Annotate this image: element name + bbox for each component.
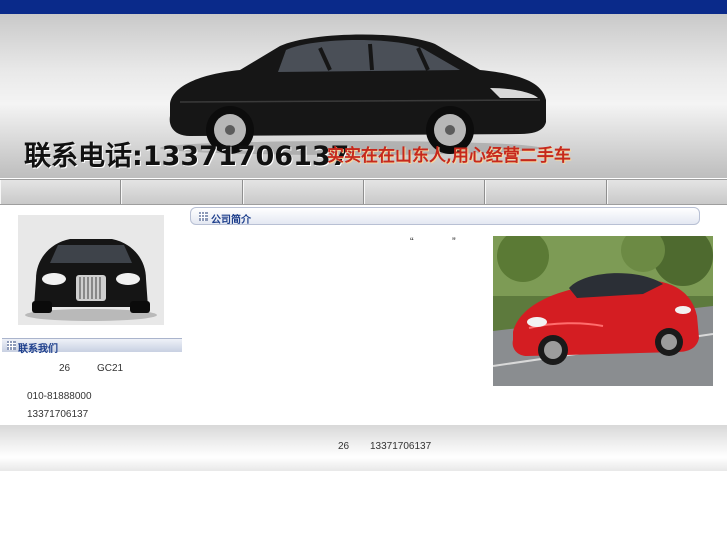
- main-nav-bar: [0, 179, 727, 205]
- contact-address-number: 26: [59, 363, 71, 374]
- contact-address-code: GC21: [97, 363, 124, 374]
- top-color-strip: [0, 0, 727, 14]
- nav-item-4[interactable]: [363, 180, 486, 204]
- nav-item-2[interactable]: [121, 180, 243, 204]
- about-section-header: 公司简介: [190, 207, 700, 226]
- about-section-title: 公司简介: [211, 215, 251, 226]
- nav-item-6[interactable]: [606, 180, 727, 204]
- banner-slogan-text: 实实在在山东人,用心经营二手车: [327, 146, 571, 166]
- contact-section-title: 联系我们: [18, 344, 58, 355]
- banner-phone-text: 联系电话:13371706137: [24, 141, 350, 172]
- footer-address-number: 26: [338, 441, 350, 452]
- grid-icon: [7, 341, 16, 350]
- contact-section-header: 联系我们: [2, 338, 182, 355]
- footer-phone: 13371706137: [370, 441, 432, 452]
- black-luxury-car-photo: [18, 215, 164, 325]
- quote-close-mark: ”: [452, 236, 456, 248]
- red-sports-car-photo: [493, 236, 713, 386]
- nav-item-5[interactable]: [485, 180, 607, 204]
- nav-item-1[interactable]: [0, 180, 122, 204]
- header-banner: 联系电话:13371706137 实实在在山东人,用心经营二手车: [0, 14, 727, 178]
- nav-item-3[interactable]: [242, 180, 364, 204]
- quote-open-mark: “: [410, 236, 414, 248]
- contact-mobile: 13371706137: [27, 409, 89, 420]
- contact-landline: 010-81888000: [27, 391, 92, 402]
- grid-icon: [199, 212, 208, 221]
- page-footer: 26 13371706137: [0, 425, 727, 471]
